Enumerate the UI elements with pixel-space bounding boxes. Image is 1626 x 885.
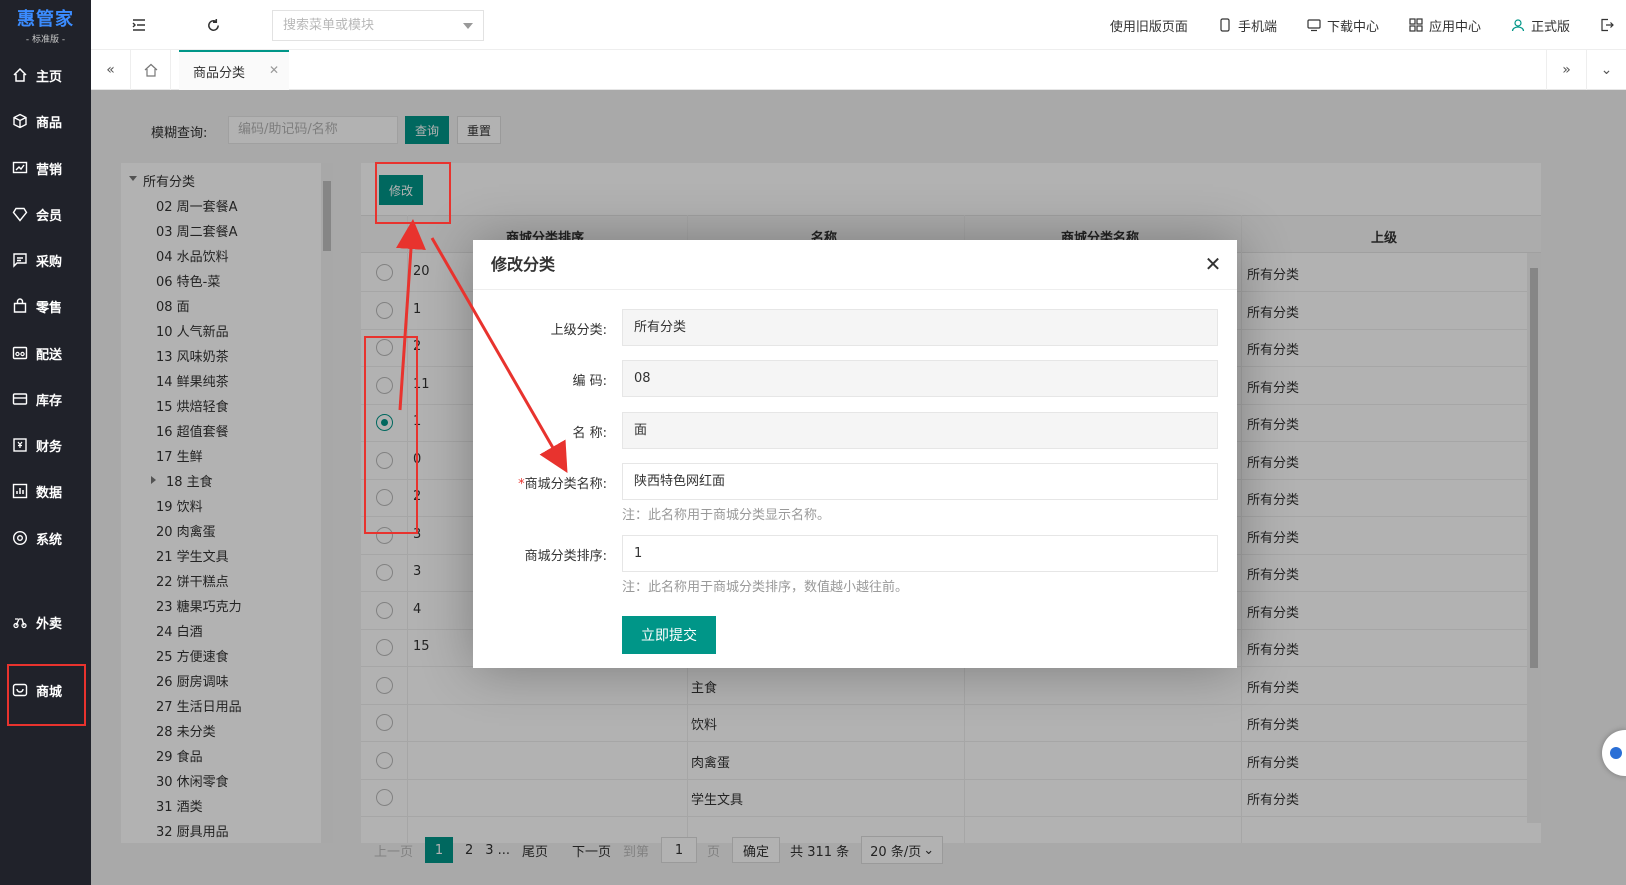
tab-label: 商品分类 [193,65,246,81]
settings-icon [12,530,28,546]
edit-category-dialog: 修改分类 ✕ 上级分类: 所有分类 编 码: 08 名 称: 面 *商城分类名称… [473,240,1237,668]
annotation-box-rows [364,336,418,534]
tab-close-icon[interactable]: ✕ [269,63,279,77]
tabs-menu-chevron-icon[interactable]: ⌄ [1586,50,1626,90]
sidebar-item-label: 财务 [36,439,63,455]
app-logo: 惠管家 - 标准版 - [0,0,91,50]
sidebar-item-retail[interactable]: 零售 [0,284,91,328]
download-center-link[interactable]: 下载中心 [1307,16,1379,35]
apps-icon [1409,18,1423,32]
old-version-label: 使用旧版页面 [1109,19,1188,35]
parent-category-label: 上级分类: [550,323,607,338]
sidebar-item-label: 库存 [36,393,63,409]
sidebar-item-inventory[interactable]: 库存 [0,377,91,421]
sidebar-item-label: 零售 [36,300,63,316]
tabs-scroll-right-icon[interactable]: » [1546,50,1586,90]
search-placeholder: 搜索菜单或模块 [283,18,375,33]
code-label: 编 码: [572,374,607,389]
sidebar-item-goods[interactable]: 商品 [0,99,91,143]
sidebar-item-label: 外卖 [36,616,63,632]
mall-name-input[interactable]: 陕西特色网红面 [622,463,1218,500]
sidebar-item-data[interactable]: 数据 [0,469,91,513]
sidebar-item-label: 主页 [36,69,63,85]
mall-name-label-text: 商城分类名称: [524,477,607,492]
chart-icon [12,483,28,499]
old-version-link[interactable]: 使用旧版页面 [1110,16,1188,35]
mall-sort-note: 注：此名称用于商城分类排序，数值越小越往前。 [622,580,909,595]
mall-name-note: 注：此名称用于商城分类显示名称。 [622,508,831,523]
box-icon [12,113,28,129]
code-field: 08 [622,360,1218,397]
app-center-label: 应用中心 [1428,19,1481,35]
mall-sort-input[interactable]: 1 [622,535,1218,572]
sidebar-item-label: 商品 [36,115,63,131]
tab-goods-category[interactable]: 商品分类 ✕ [179,50,289,90]
sidebar-item-purchase[interactable]: 采购 [0,238,91,282]
trend-icon [12,160,28,176]
logout-button[interactable] [1600,18,1614,32]
warehouse-icon [12,391,28,407]
annotation-box-edit [375,162,451,224]
sidebar-item-distribution[interactable]: 配送 [0,331,91,375]
delivery-icon [12,614,28,630]
account-link[interactable]: 正式版 [1511,16,1570,35]
account-label: 正式版 [1530,19,1570,35]
mall-name-label: *商城分类名称: [518,473,607,492]
sidebar-item-takeaway[interactable]: 外卖 [0,600,91,644]
home-icon [12,67,28,83]
sidebar-item-label: 系统 [36,532,63,548]
sidebar-item-label: 配送 [36,347,63,363]
submit-button[interactable]: 立即提交 [622,616,716,654]
mobile-label: 手机端 [1237,19,1277,35]
logo-sub: - 标准版 - [25,35,66,45]
annotation-box-mall [7,664,86,726]
mall-sort-label: 商城分类排序: [524,549,607,564]
mobile-link[interactable]: 手机端 [1218,16,1277,35]
sidebar-item-label: 采购 [36,254,63,270]
logout-icon [1600,18,1614,32]
app-center-link[interactable]: 应用中心 [1409,16,1481,35]
bag-icon [12,298,28,314]
chevron-down-icon [463,23,473,29]
parent-category-field: 所有分类 [622,309,1218,346]
tabs-scroll-left-icon[interactable]: « [91,50,131,90]
sidebar-item-member[interactable]: 会员 [0,192,91,236]
sidebar-item-label: 会员 [36,208,63,224]
sidebar-item-system[interactable]: 系统 [0,516,91,560]
sidebar-item-home[interactable]: 主页 [0,53,91,97]
sidebar-item-marketing[interactable]: 营销 [0,146,91,190]
dialog-title: 修改分类 [473,240,1237,290]
phone-icon [1218,18,1232,32]
close-icon[interactable]: ✕ [1203,254,1223,274]
download-center-label: 下载中心 [1326,19,1379,35]
home-tab-icon[interactable] [131,50,171,90]
top-header: 搜索菜单或模块 使用旧版页面 手机端 下载中心 应用中心 正式版 [91,0,1626,50]
diamond-icon [12,206,28,222]
logo-main: 惠管家 [17,9,74,30]
name-field: 面 [622,412,1218,449]
name-label: 名 称: [572,426,607,441]
refresh-icon[interactable] [203,15,223,35]
header-links: 使用旧版页面 手机端 下载中心 应用中心 正式版 [1080,0,1614,50]
sidebar-item-finance[interactable]: 财务 [0,423,91,467]
sidebar-item-label: 数据 [36,485,63,501]
receipt-icon [12,252,28,268]
sidebar-item-label: 营销 [36,162,63,178]
tabs-bar: « 商品分类 ✕ » ⌄ [91,50,1626,90]
finance-icon [12,437,28,453]
menu-search-input[interactable]: 搜索菜单或模块 [272,10,484,41]
user-icon [1511,18,1525,32]
sidebar: 惠管家 - 标准版 - 主页 商品 营销 会员 采购 零售 配送 库存 财务 数… [0,0,91,885]
monitor-icon [1307,18,1321,32]
truck-icon [12,345,28,361]
menu-toggle-icon[interactable] [129,15,149,35]
